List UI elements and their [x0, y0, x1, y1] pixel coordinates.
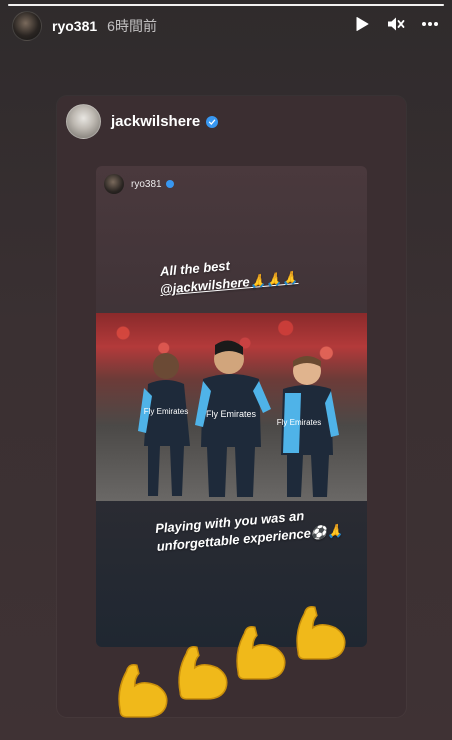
flexed-biceps-icon	[296, 606, 346, 660]
praying-hands-icon: 🙏🙏🙏	[248, 269, 299, 290]
story-viewer: ryo381 6時間前 jackwilshere ryo381 All the …	[0, 0, 452, 740]
story-text-line2: Playing with you was an unforgettable ex…	[154, 508, 344, 554]
play-icon[interactable]	[352, 14, 372, 34]
player-figure: Fly Emirates	[195, 340, 271, 497]
player-figure: Fly Emirates	[277, 356, 339, 497]
story-header: ryo381 6時間前	[0, 10, 452, 42]
avatar[interactable]	[12, 11, 42, 41]
mute-icon[interactable]	[386, 14, 406, 34]
jersey-sponsor-text: Fly Emirates	[206, 409, 257, 419]
story-timestamp: 6時間前	[107, 18, 157, 34]
shared-post-username[interactable]: jackwilshere	[111, 113, 200, 130]
flexed-biceps-icon	[118, 664, 168, 718]
story-photo: Fly Emirates Fly Emirates Fly Emirates	[96, 313, 367, 501]
flexed-biceps-icon	[236, 626, 286, 680]
story-progress-bar	[8, 4, 444, 6]
verified-badge-icon	[165, 180, 174, 188]
inner-story-header: ryo381	[104, 174, 174, 194]
inner-story-preview[interactable]: ryo381 All the best @jackwilshere🙏🙏🙏 Fly…	[96, 166, 367, 647]
inner-story-username: ryo381	[131, 178, 162, 190]
story-username[interactable]: ryo381	[52, 18, 97, 34]
shared-post-avatar[interactable]	[66, 104, 101, 139]
story-controls	[352, 14, 440, 34]
verified-badge-icon	[206, 115, 219, 128]
jersey-sponsor-text: Fly Emirates	[277, 418, 321, 427]
player-figure: Fly Emirates	[138, 353, 190, 496]
jersey-sponsor-text: Fly Emirates	[144, 407, 188, 416]
flexed-biceps-icon	[178, 646, 228, 700]
inner-story-avatar	[104, 174, 124, 194]
more-icon[interactable]	[420, 14, 440, 34]
shared-post-header: jackwilshere	[66, 104, 219, 139]
